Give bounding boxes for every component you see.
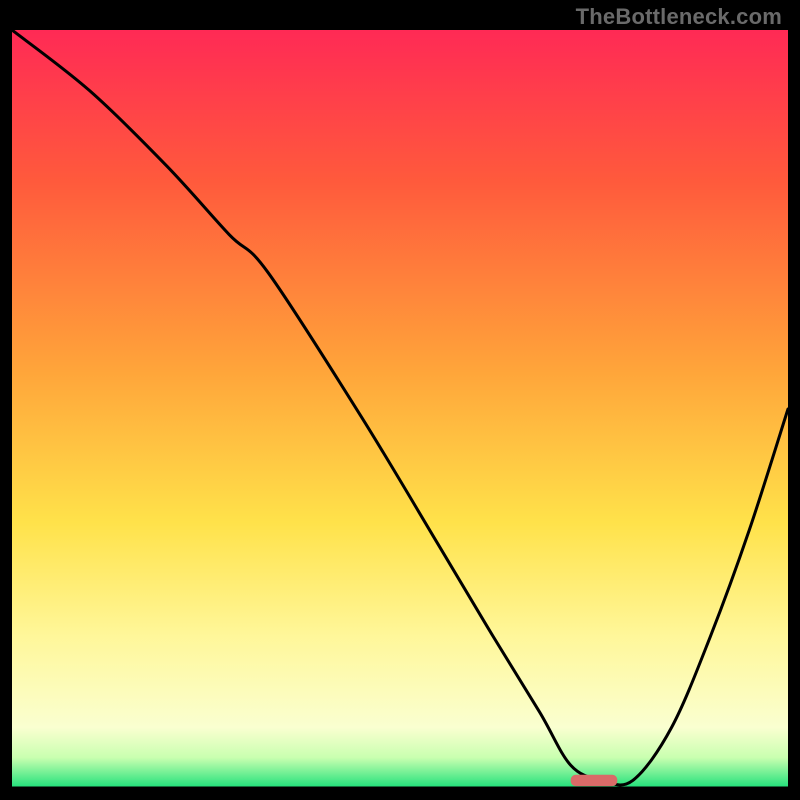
watermark-text: TheBottleneck.com bbox=[576, 4, 782, 30]
gradient-background bbox=[12, 30, 788, 788]
chart-plot-area bbox=[12, 30, 788, 788]
chart-svg bbox=[12, 30, 788, 788]
optimal-marker bbox=[571, 775, 618, 786]
